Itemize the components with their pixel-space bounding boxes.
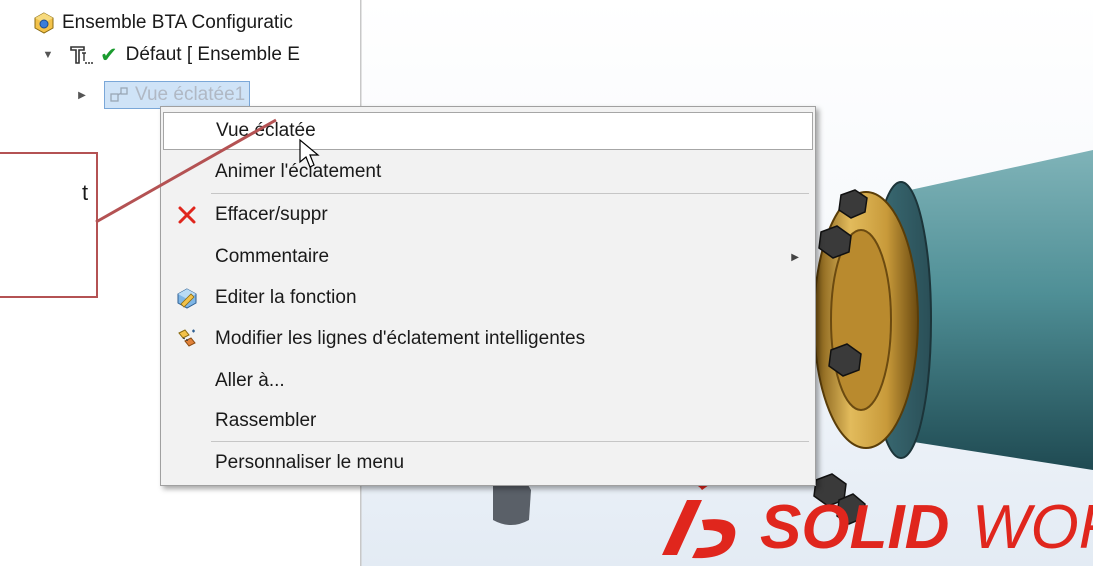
configuration-icon [68,43,94,67]
edit-feature-icon [175,286,199,310]
check-icon: ✔ [100,43,118,67]
chevron-right-icon: ▶ [791,251,799,263]
menu-item-modifier-lignes[interactable]: Modifier les lignes d'éclatement intelli… [163,320,813,358]
tree-config-label: Défaut [ Ensemble E [125,44,300,65]
logo-text-prefix: SOLID [760,493,949,562]
callout-text: t [82,180,89,205]
menu-separator [211,441,809,442]
menu-item-vue-eclatee[interactable]: Vue éclatée [163,112,813,150]
exploded-view-node[interactable]: Vue éclatée1 [104,81,251,109]
menu-item-editer-fonction[interactable]: Editer la fonction [163,279,813,317]
menu-item-aller-a[interactable]: Aller à... [163,362,813,400]
menu-item-personnaliser[interactable]: Personnaliser le menu [163,444,813,482]
annotation-callout-box: t [0,152,98,298]
smart-explode-lines-icon [175,327,199,351]
menu-separator [211,193,809,194]
menu-item-animer-eclatement[interactable]: Animer l'éclatement [163,153,813,191]
context-menu: Vue éclatée Animer l'éclatement Effacer/… [160,106,816,486]
chevron-right-icon[interactable]: ▶ [74,90,90,101]
menu-item-rassembler[interactable]: Rassembler [163,402,813,440]
tree-config-default[interactable]: ▼ ✔ Défaut [ Ensemble E [40,40,300,70]
delete-x-icon [175,203,199,227]
exploded-view-icon [109,85,131,105]
menu-item-effacer[interactable]: Effacer/suppr [163,196,813,234]
assembly-icon [32,11,56,35]
tree-root-assembly[interactable]: Ensemble BTA Configuratic [32,8,293,38]
tree-root-label: Ensemble BTA Configuratic [62,12,293,33]
chevron-down-icon[interactable]: ▼ [40,49,56,61]
menu-item-commentaire[interactable]: Commentaire ▶ [163,238,813,276]
logo-text-suffix: WOR [972,493,1093,562]
exploded-view-label: Vue éclatée1 [135,84,246,105]
